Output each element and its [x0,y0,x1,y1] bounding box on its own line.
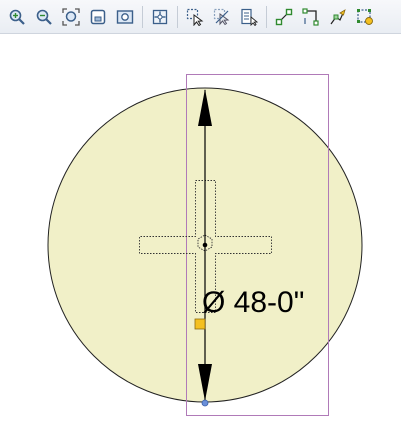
snap-settings-button[interactable] [354,6,376,28]
toolbar [0,0,401,34]
zoom-window-button[interactable] [87,6,109,28]
deselect-button[interactable] [211,6,233,28]
zoom-out-button[interactable] [33,6,55,28]
snap-corner-icon [302,7,319,26]
deselect-icon [213,8,230,25]
zoom-extents-button[interactable] [60,6,82,28]
snap-settings-icon [357,8,373,25]
toolbar-separator [177,5,178,28]
zoom-previous-icon [116,9,134,24]
select-icon [186,8,204,26]
drawing-canvas[interactable]: Ø 48-0" [0,34,401,445]
snap-endpoint-button[interactable] [273,6,295,28]
edit-vertex-icon [330,8,346,24]
pan-icon [152,9,168,24]
select-button[interactable] [184,6,206,28]
toolbar-separator [142,5,143,28]
snap-endpoint-icon [275,8,293,25]
properties-button[interactable] [238,6,260,28]
zoom-window-icon [90,9,106,24]
zoom-previous-button[interactable] [114,6,136,28]
endpoint-handle[interactable] [201,399,209,407]
dimension-label[interactable]: Ø 48-0" [202,285,304,321]
pan-button[interactable] [149,6,171,28]
drawing-svg [47,74,363,416]
edit-vertex-button[interactable] [327,6,349,28]
snap-corner-button[interactable] [300,6,322,28]
toolbar-separator [266,5,267,28]
zoom-in-icon [9,9,25,25]
app-window: Ø 48-0" [0,0,401,445]
zoom-extents-icon [62,7,80,26]
properties-icon [241,8,258,26]
zoom-in-button[interactable] [6,6,28,28]
zoom-out-icon [36,9,52,25]
